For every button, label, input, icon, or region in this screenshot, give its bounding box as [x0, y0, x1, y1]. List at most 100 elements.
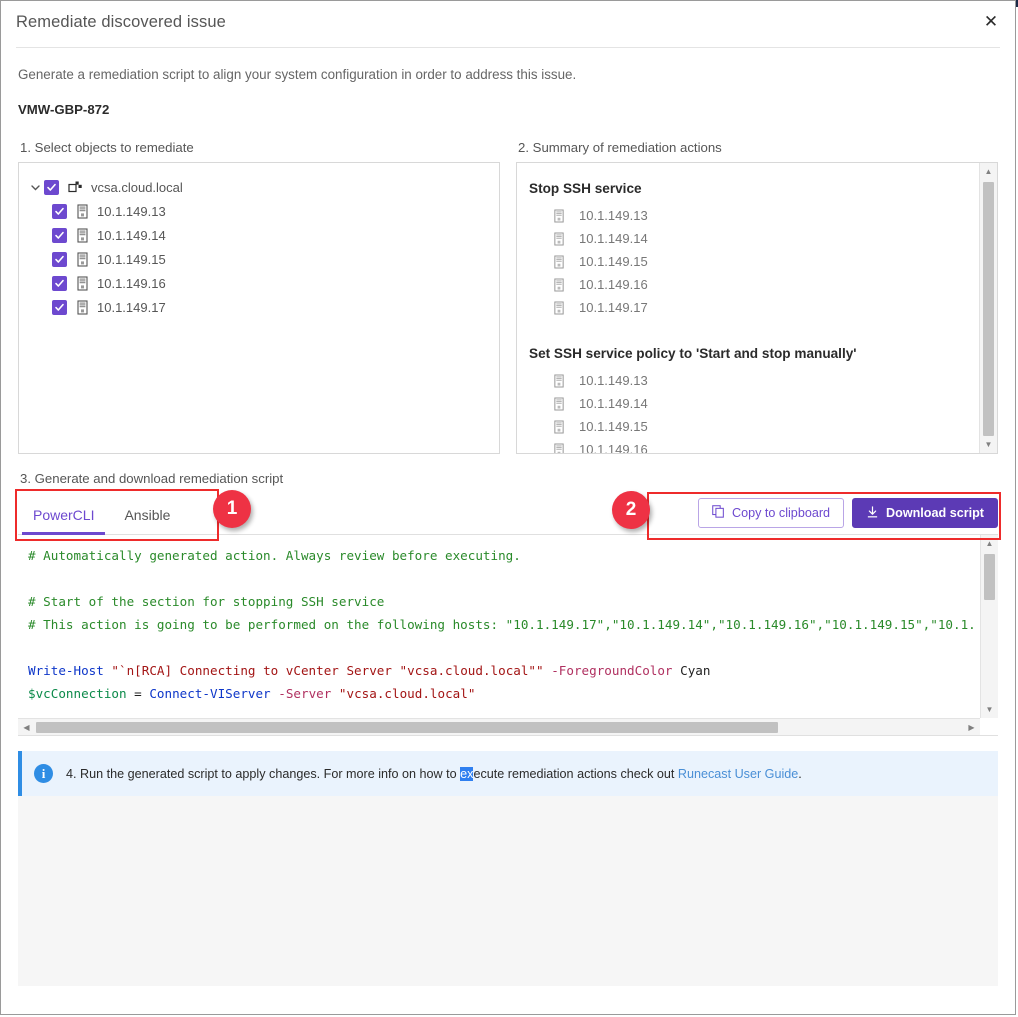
info-bar: i 4. Run the generated script to apply c…: [18, 751, 998, 796]
checkbox-checked[interactable]: [52, 203, 67, 219]
list-item: 10.1.149.16: [529, 438, 975, 453]
code-vertical-scrollbar[interactable]: ▲ ▼: [980, 535, 998, 718]
summary-scrollbar[interactable]: ▲ ▼: [979, 163, 997, 453]
list-item: 10.1.149.17: [529, 296, 975, 319]
host-label: 10.1.149.17: [579, 300, 648, 315]
code-token: "vcsa.cloud.local": [338, 686, 476, 701]
scroll-up-icon[interactable]: ▲: [981, 535, 998, 552]
script-actions: Copy to clipboard Download script: [698, 498, 998, 534]
checkbox-checked[interactable]: [52, 251, 67, 267]
code-token: # Automatically generated action. Always…: [28, 548, 521, 563]
scrollbar-thumb[interactable]: [984, 554, 995, 600]
code-line: $vcConnection = Connect-VIServer -Server…: [28, 682, 980, 705]
list-item: 10.1.149.15: [529, 415, 975, 438]
code-token: Connect-VIServer: [149, 686, 271, 701]
list-item: 10.1.149.13: [529, 369, 975, 392]
host-icon: [76, 251, 89, 267]
download-script-button[interactable]: Download script: [852, 498, 998, 528]
scroll-right-icon[interactable]: ▶: [963, 719, 980, 735]
code-token: # This action is going to be performed o…: [28, 617, 976, 632]
scrollbar-thumb[interactable]: [36, 722, 778, 733]
script-code-area[interactable]: # Automatically generated action. Always…: [18, 535, 998, 736]
modal-body: Generate a remediation script to align y…: [1, 67, 1015, 796]
host-icon: [553, 254, 565, 269]
host-icon: [76, 299, 89, 315]
tree-row[interactable]: 10.1.149.15: [27, 247, 491, 271]
annotation-badge-1: 1: [213, 490, 251, 528]
remediate-modal: Remediate discovered issue ✕ Generate a …: [0, 0, 1016, 1015]
script-code[interactable]: # Automatically generated action. Always…: [18, 535, 980, 718]
host-label: 10.1.149.14: [579, 231, 648, 246]
step2-column: 2. Summary of remediation actions Stop S…: [516, 140, 998, 454]
code-token: -ForegroundColor: [551, 663, 673, 678]
tree-row[interactable]: 10.1.149.14: [27, 223, 491, 247]
code-token: $vcConnection: [28, 686, 127, 701]
host-label: 10.1.149.14: [579, 396, 648, 411]
script-tabs: PowerCLI Ansible: [18, 492, 185, 535]
close-icon[interactable]: ✕: [978, 9, 1004, 35]
host-icon: [553, 419, 565, 434]
host-icon: [76, 203, 89, 219]
object-tree-panel: vcsa.cloud.local 10.1.149.13 10.1.149.14…: [18, 162, 500, 454]
download-icon: [866, 505, 879, 522]
tree-node-label: 10.1.149.16: [97, 275, 166, 291]
tab-ansible[interactable]: Ansible: [109, 507, 185, 534]
steps-columns: 1. Select objects to remediate vcsa.clou…: [18, 140, 998, 454]
tree-node-label: 10.1.149.14: [97, 227, 166, 243]
scroll-down-icon[interactable]: ▼: [980, 436, 997, 453]
code-token: # Start of the section for stopping SSH …: [28, 594, 385, 609]
host-icon: [553, 442, 565, 453]
code-line: # Start of the section for stopping SSH …: [28, 590, 980, 613]
tree-row[interactable]: 10.1.149.16: [27, 271, 491, 295]
summary-group-title: Stop SSH service: [529, 181, 642, 196]
host-icon: [76, 227, 89, 243]
list-item: 10.1.149.15: [529, 250, 975, 273]
issue-id: VMW-GBP-872: [18, 102, 110, 117]
host-icon: [553, 396, 565, 411]
scrollbar-thumb[interactable]: [983, 182, 994, 436]
code-token: "`n[RCA] Connecting to vCenter Server "v…: [111, 663, 544, 678]
tree-row[interactable]: 10.1.149.17: [27, 295, 491, 319]
checkbox-checked[interactable]: [52, 299, 67, 315]
tree-row[interactable]: 10.1.149.13: [27, 199, 491, 223]
code-horizontal-scrollbar[interactable]: ◀ ▶: [18, 718, 980, 735]
host-icon: [76, 275, 89, 291]
step2-label: 2. Summary of remediation actions: [518, 140, 722, 155]
code-token: -Server: [278, 686, 332, 701]
summary-group-title: Set SSH service policy to 'Start and sto…: [529, 346, 857, 361]
scroll-left-icon[interactable]: ◀: [18, 719, 35, 735]
list-item: 10.1.149.13: [529, 204, 975, 227]
summary-panel: Stop SSH service 10.1.149.13 10.1.149.14…: [516, 162, 998, 454]
chevron-down-icon[interactable]: [27, 179, 44, 196]
info-bar-text: 4. Run the generated script to apply cha…: [66, 766, 802, 781]
tab-powercli[interactable]: PowerCLI: [18, 507, 109, 535]
summary-list: Stop SSH service 10.1.149.13 10.1.149.14…: [517, 163, 997, 453]
code-token: =: [126, 686, 150, 701]
annotation-badge-2: 2: [612, 491, 650, 529]
tree-row[interactable]: vcsa.cloud.local: [27, 175, 491, 199]
info-text-end: .: [798, 766, 802, 781]
code-token: Cyan: [672, 663, 711, 678]
page-title: Remediate discovered issue: [16, 13, 226, 31]
scroll-down-icon[interactable]: ▼: [981, 701, 998, 718]
list-item: 10.1.149.14: [529, 392, 975, 415]
host-icon: [553, 373, 565, 388]
info-text-after: ecute remediation actions check out: [473, 766, 678, 781]
runecast-user-guide-link[interactable]: Runecast User Guide: [678, 767, 798, 781]
checkbox-checked[interactable]: [52, 275, 67, 291]
scroll-up-icon[interactable]: ▲: [980, 163, 997, 180]
tree-node-label: vcsa.cloud.local: [91, 179, 183, 195]
step1-label: 1. Select objects to remediate: [20, 140, 194, 155]
step1-column: 1. Select objects to remediate vcsa.clou…: [18, 140, 500, 454]
selected-text: ex: [460, 766, 474, 781]
checkbox-checked[interactable]: [52, 227, 67, 243]
host-icon: [553, 231, 565, 246]
host-icon: [553, 300, 565, 315]
checkbox-checked[interactable]: [44, 179, 59, 195]
copy-to-clipboard-button[interactable]: Copy to clipboard: [698, 498, 845, 528]
code-token: Write-Host: [28, 663, 104, 678]
download-button-label: Download script: [886, 506, 984, 520]
